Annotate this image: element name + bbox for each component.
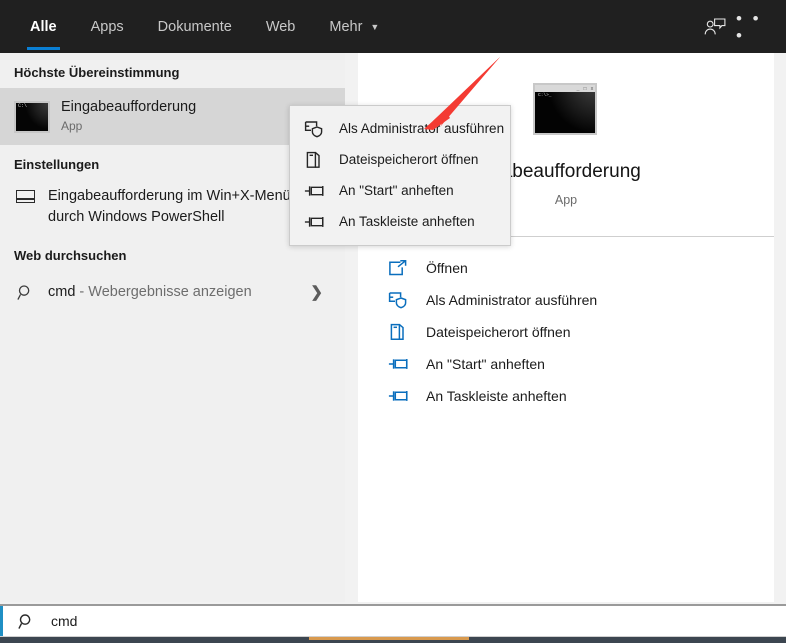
tab-alle[interactable]: Alle <box>13 0 74 53</box>
console-window-icon: _ □ x C:\>_ <box>533 83 597 135</box>
tab-label: Web <box>265 18 296 35</box>
action-als-administrator-ausfuehren[interactable]: Als Administrator ausführen <box>358 284 774 316</box>
taskbar-strip <box>0 637 786 643</box>
context-menu-item-als-administrator-ausfuehren[interactable]: Als Administrator ausführen <box>290 113 510 144</box>
folder-open-icon <box>304 151 326 169</box>
pin-taskbar-icon <box>304 213 326 231</box>
filter-tab-bar: Alle Apps Dokumente Web Mehr ▼ <box>13 0 396 53</box>
web-search-query: cmd <box>48 284 76 300</box>
taskbar-settings-icon <box>16 188 36 207</box>
context-menu-item-an-taskleiste-anheften[interactable]: An Taskleiste anheften <box>290 206 510 237</box>
result-text: Eingabeaufforderung App <box>61 98 196 135</box>
result-title: Eingabeaufforderung <box>61 99 197 115</box>
search-icon <box>18 613 35 630</box>
result-item-web-search[interactable]: cmd - Webergebnisse anzeigen ❯ <box>0 271 345 313</box>
pin-taskbar-icon <box>388 387 410 405</box>
folder-open-icon <box>388 323 410 341</box>
tab-label: Apps <box>90 18 124 35</box>
action-an-taskleiste-anheften[interactable]: An Taskleiste anheften <box>358 380 774 412</box>
windows-search-flyout: Alle Apps Dokumente Web Mehr ▼ • • • Höc… <box>0 0 786 643</box>
preview-actions: Öffnen Als Administrator ausführen Datei… <box>358 237 774 412</box>
tab-label: Alle <box>30 18 57 35</box>
tab-mehr[interactable]: Mehr ▼ <box>312 0 396 53</box>
taskbar-active-highlight <box>309 637 469 640</box>
action-label: Als Administrator ausführen <box>426 292 598 308</box>
chevron-down-icon: ▼ <box>370 22 380 32</box>
shield-admin-icon <box>304 120 326 138</box>
tab-label: Mehr <box>329 18 363 35</box>
action-label: An "Start" anheften <box>426 356 545 372</box>
context-menu-item-label: An "Start" anheften <box>339 183 454 198</box>
tab-dokumente[interactable]: Dokumente <box>141 0 249 53</box>
web-search-text: cmd - Webergebnisse anzeigen <box>48 284 252 300</box>
pin-start-icon <box>388 355 410 373</box>
search-input-bar[interactable]: cmd <box>0 604 786 637</box>
thumbnail-prompt: C:\>_ <box>538 93 552 98</box>
action-label: An Taskleiste anheften <box>426 388 567 404</box>
tab-active-indicator <box>27 47 60 50</box>
action-oeffnen[interactable]: Öffnen <box>358 252 774 284</box>
action-dateispeicherort-oeffnen[interactable]: Dateispeicherort öffnen <box>358 316 774 348</box>
tab-apps[interactable]: Apps <box>74 0 141 53</box>
context-menu: Als Administrator ausführen Dateispeiche… <box>289 105 511 246</box>
tab-label: Dokumente <box>157 18 232 35</box>
context-menu-item-dateispeicherort-oeffnen[interactable]: Dateispeicherort öffnen <box>290 144 510 175</box>
context-menu-item-an-start-anheften[interactable]: An "Start" anheften <box>290 175 510 206</box>
header-actions: • • • <box>694 0 778 53</box>
setting-label: Eingabeaufforderung im Win+X-Menü durch … <box>48 188 291 225</box>
tab-web[interactable]: Web <box>249 0 313 53</box>
pin-start-icon <box>304 182 326 200</box>
action-an-start-anheften[interactable]: An "Start" anheften <box>358 348 774 380</box>
ellipsis-icon[interactable]: • • • <box>736 7 778 47</box>
context-menu-item-label: Als Administrator ausführen <box>339 121 505 136</box>
search-icon <box>14 284 36 301</box>
chevron-right-icon[interactable]: ❯ <box>310 283 331 301</box>
action-label: Dateispeicherort öffnen <box>426 324 571 340</box>
group-header-best-match: Höchste Übereinstimmung <box>14 65 180 80</box>
action-label: Öffnen <box>426 260 468 276</box>
shield-admin-icon <box>388 291 410 309</box>
context-menu-item-label: An Taskleiste anheften <box>339 214 475 229</box>
open-external-icon <box>388 259 410 277</box>
web-search-suffix: - Webergebnisse anzeigen <box>75 284 252 300</box>
result-subtitle: App <box>61 119 83 133</box>
person-feedback-icon[interactable] <box>694 7 736 47</box>
console-window-icon: C:\ <box>14 100 50 133</box>
search-input[interactable]: cmd <box>51 613 77 629</box>
context-menu-item-label: Dateispeicherort öffnen <box>339 152 479 167</box>
search-header: Alle Apps Dokumente Web Mehr ▼ • • • <box>0 0 786 53</box>
